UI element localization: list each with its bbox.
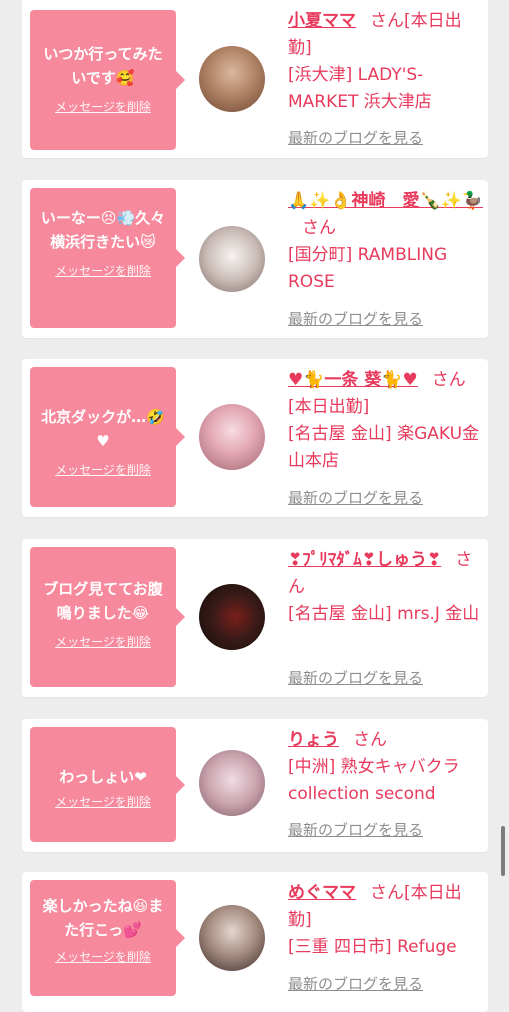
list-item: 北京ダックが…🤣♥ メッセージを削除 ♥🐈一条 葵🐈♥ さん [本日出勤] [名古屋… — [22, 359, 488, 517]
delete-message-link[interactable]: メッセージを削除 — [55, 98, 151, 115]
latest-blog-link[interactable]: 最新のブログを見る — [288, 973, 423, 994]
honorific: さん — [370, 11, 404, 31]
latest-blog-link[interactable]: 最新のブログを見る — [288, 819, 423, 840]
list-item: わっしょい❤ メッセージを削除 りょう さん [中洲] 熟女キャバクラ colle… — [22, 719, 488, 852]
shop-text: [浜大津] LADY'S-MARKET 浜大津店 — [288, 65, 432, 112]
honorific: さん — [353, 730, 387, 750]
profile-name-link[interactable]: ❣ﾌﾟﾘﾏﾀﾞﾑ❣しゅう❣ — [288, 550, 441, 570]
message-bubble: いつか行ってみたいです🥰 メッセージを削除 — [30, 10, 185, 150]
honorific: さん — [302, 218, 336, 238]
shop-text: [三重 四日市] Refuge — [288, 937, 457, 957]
profile-name-link[interactable]: 小夏ママ — [288, 11, 356, 31]
avatar[interactable] — [199, 905, 265, 971]
delete-message-link[interactable]: メッセージを削除 — [55, 633, 151, 650]
shop-text: [中洲] 熟女キャバクラ collection second — [288, 757, 460, 804]
message-text: 北京ダックが…🤣♥ — [41, 408, 165, 450]
delete-message-link[interactable]: メッセージを削除 — [55, 948, 151, 965]
profile-name-link[interactable]: 🙏✨👌神崎 愛🍾✨🦆 — [288, 191, 483, 211]
shop-text: [国分町] RAMBLING ROSE — [288, 245, 448, 292]
message-bubble: わっしょい❤ メッセージを削除 — [30, 727, 185, 842]
latest-blog-link[interactable]: 最新のブログを見る — [288, 667, 423, 688]
status-text: [本日出勤] — [288, 397, 370, 417]
list-item: ブログ見ててお腹鳴りました😂 メッセージを削除 ❣ﾌﾟﾘﾏﾀﾞﾑ❣しゅう❣ さん … — [22, 539, 488, 697]
avatar[interactable] — [199, 46, 265, 112]
message-text: 楽しかったね😆また行こっ💕 — [42, 897, 164, 939]
message-bubble: ブログ見ててお腹鳴りました😂 メッセージを削除 — [30, 547, 185, 687]
avatar[interactable] — [199, 584, 265, 650]
avatar[interactable] — [199, 750, 265, 816]
scrollbar[interactable] — [501, 826, 505, 876]
latest-blog-link[interactable]: 最新のブログを見る — [288, 127, 423, 148]
delete-message-link[interactable]: メッセージを削除 — [55, 461, 151, 478]
list-item: いつか行ってみたいです🥰 メッセージを削除 小夏ママ さん[本日出勤] [浜大津]… — [22, 0, 488, 158]
shop-text: [名古屋 金山] 楽GAKU金山本店 — [288, 424, 480, 471]
shop-text: [名古屋 金山] mrs.J 金山 — [288, 604, 480, 624]
honorific: さん — [370, 883, 404, 903]
profile-info: めぐママ さん[本日出勤] [三重 四日市] Refuge — [288, 880, 484, 961]
message-text: わっしょい❤ — [59, 768, 147, 786]
profile-info: 🙏✨👌神崎 愛🍾✨🦆 さん [国分町] RAMBLING ROSE — [288, 188, 484, 296]
profile-info: ❣ﾌﾟﾘﾏﾀﾞﾑ❣しゅう❣ さん [名古屋 金山] mrs.J 金山 — [288, 547, 484, 628]
profile-info: ♥🐈一条 葵🐈♥ さん [本日出勤] [名古屋 金山] 楽GAKU金山本店 — [288, 367, 484, 475]
message-bubble: 北京ダックが…🤣♥ メッセージを削除 — [30, 367, 185, 507]
list-item: いーなー😣💨久々横浜行きたい😿 メッセージを削除 🙏✨👌神崎 愛🍾✨🦆 さん [国… — [22, 180, 488, 338]
profile-name-link[interactable]: ♥🐈一条 葵🐈♥ — [288, 370, 418, 390]
profile-info: りょう さん [中洲] 熟女キャバクラ collection second — [288, 727, 484, 808]
delete-message-link[interactable]: メッセージを削除 — [55, 793, 151, 810]
message-text: いつか行ってみたいです🥰 — [43, 45, 163, 87]
message-bubble: 楽しかったね😆また行こっ💕 メッセージを削除 — [30, 880, 185, 996]
delete-message-link[interactable]: メッセージを削除 — [55, 262, 151, 279]
message-text: ブログ見ててお腹鳴りました😂 — [43, 580, 163, 622]
message-text: いーなー😣💨久々横浜行きたい😿 — [40, 209, 166, 251]
latest-blog-link[interactable]: 最新のブログを見る — [288, 308, 423, 329]
avatar[interactable] — [199, 404, 265, 470]
profile-info: 小夏ママ さん[本日出勤] [浜大津] LADY'S-MARKET 浜大津店 — [288, 8, 484, 116]
avatar[interactable] — [199, 226, 265, 292]
profile-name-link[interactable]: めぐママ — [288, 883, 356, 903]
message-bubble: いーなー😣💨久々横浜行きたい😿 メッセージを削除 — [30, 188, 185, 328]
honorific: さん — [431, 370, 466, 390]
profile-name-link[interactable]: りょう — [288, 730, 339, 750]
latest-blog-link[interactable]: 最新のブログを見る — [288, 487, 423, 508]
list-item: 楽しかったね😆また行こっ💕 メッセージを削除 めぐママ さん[本日出勤] [三重 … — [22, 872, 488, 1012]
